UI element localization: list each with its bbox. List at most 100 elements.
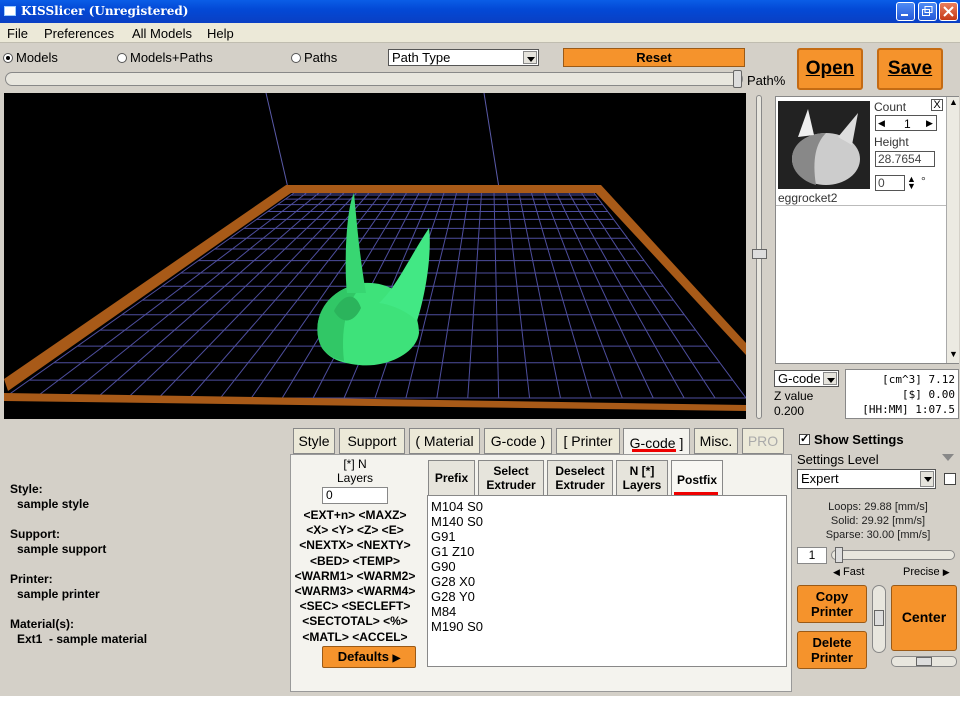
scroll-down-icon[interactable]: ▼ — [949, 349, 958, 359]
settings-level-value: Expert — [801, 471, 839, 486]
gcode-line: G28 Y0 — [431, 589, 475, 604]
stats-mode-select[interactable]: G-code — [774, 370, 839, 387]
settings-level-select[interactable]: Expert — [797, 469, 936, 489]
menu-preferences[interactable]: Preferences — [44, 26, 114, 41]
arrow-left-icon[interactable]: ◀ — [878, 118, 885, 129]
count-stepper[interactable]: ◀ 1 ▶ — [875, 115, 937, 131]
tab-highlight-underline — [632, 449, 676, 452]
speed-slider[interactable] — [831, 550, 955, 560]
subtab-prefix[interactable]: Prefix — [428, 460, 475, 496]
count-label: Count — [874, 100, 907, 114]
model-list-panel: eggrocket2 Count X ◀ 1 ▶ Height 28.7654 … — [775, 96, 959, 364]
model-name: eggrocket2 — [778, 191, 838, 205]
scroll-up-icon[interactable]: ▲ — [949, 97, 958, 107]
center-button[interactable]: Center — [891, 585, 957, 651]
model-thumbnail-render — [792, 109, 860, 185]
vertical-mini-slider-thumb[interactable] — [874, 610, 884, 626]
print-stats-box: [cm^3] 7.12 [$] 0.00 [HH:MM] 1:07.5 — [845, 369, 959, 419]
vertical-mini-slider[interactable] — [872, 585, 886, 653]
show-settings-checkbox[interactable]: Show Settings — [799, 432, 904, 447]
menu-file[interactable]: File — [7, 26, 28, 41]
speed-value[interactable]: 1 — [797, 547, 827, 564]
tab-material-gcode[interactable]: G-code ) — [484, 428, 552, 454]
remove-model-button[interactable]: X — [931, 99, 943, 111]
tab-pro[interactable]: PRO — [742, 428, 784, 454]
show-settings-label: Show Settings — [814, 432, 904, 447]
loops-speed: Loops: 29.88 [mm/s] — [828, 501, 928, 513]
n-layers-input[interactable]: 0 — [322, 487, 388, 504]
chevron-down-icon — [523, 51, 537, 64]
play-icon: ▶ — [392, 653, 401, 664]
summary-material-value: Ext1 - sample material — [17, 632, 148, 646]
path-percent-thumb[interactable] — [733, 70, 742, 88]
reset-button[interactable]: Reset — [563, 48, 745, 67]
speed-slider-thumb[interactable] — [835, 547, 843, 563]
subtab-select-extruder[interactable]: Select Extruder — [478, 460, 544, 496]
radio-paths[interactable]: Paths — [291, 50, 337, 65]
radio-models[interactable]: Models — [3, 50, 58, 65]
restore-icon — [922, 6, 933, 16]
gcode-line: M104 S0 — [431, 499, 484, 514]
radio-paths-label: Paths — [304, 50, 338, 65]
height-label: Height — [874, 135, 909, 149]
subtab-deselect-extruder[interactable]: Deselect Extruder — [547, 460, 613, 496]
layer-slider[interactable] — [751, 95, 768, 419]
path-percent-slider[interactable] — [5, 72, 743, 86]
minimize-button[interactable] — [896, 2, 915, 21]
layer-slider-thumb[interactable] — [752, 249, 767, 259]
summary-support-label: Support: — [10, 527, 60, 541]
collapse-icon[interactable] — [942, 454, 954, 461]
gcode-line: G90 — [431, 559, 456, 574]
path-type-select[interactable]: Path Type — [388, 49, 539, 66]
menu-all-models[interactable]: All Models — [132, 26, 192, 41]
copy-printer-button[interactable]: Copy Printer — [797, 585, 867, 623]
settings-level-label: Settings Level — [797, 452, 879, 467]
save-button[interactable]: Save — [877, 48, 943, 90]
delete-printer-button[interactable]: Delete Printer — [797, 631, 867, 669]
subtab-n-layers[interactable]: N [*] Layers — [616, 460, 668, 496]
rotation-spinner-icon[interactable]: ▲ ▼ — [907, 175, 916, 191]
tab-misc[interactable]: Misc. — [694, 428, 738, 454]
radio-dot — [291, 52, 301, 63]
horizontal-mini-slider-thumb[interactable] — [916, 657, 932, 666]
n-layers-label: [*] N Layers — [336, 457, 374, 485]
z-value-label: Z value — [774, 389, 814, 403]
3d-viewport[interactable] — [4, 93, 746, 419]
close-window-button[interactable] — [939, 2, 958, 21]
token-line: <WARM1> <WARM2> — [294, 568, 416, 583]
tab-material[interactable]: ( Material — [409, 428, 480, 454]
summary-printer-value: sample printer — [17, 587, 100, 601]
summary-style-label: Style: — [10, 482, 43, 496]
arrow-right-icon[interactable]: ▶ — [926, 118, 933, 129]
maximize-button[interactable] — [918, 2, 937, 21]
token-line: <X> <Y> <Z> <E> — [306, 523, 404, 538]
tab-style[interactable]: Style — [293, 428, 335, 454]
radio-dot — [3, 52, 13, 63]
precise-label: Precise ▶ — [903, 566, 950, 578]
horizontal-mini-slider[interactable] — [891, 656, 957, 667]
rotation-input[interactable]: 0 — [875, 175, 905, 191]
title-bar: KISSlicer (Unregistered) — [0, 0, 960, 23]
rotation-unit: ° — [921, 174, 926, 188]
bottom-strip — [0, 694, 960, 720]
token-line: <SEC> <SECLEFT> — [299, 599, 411, 614]
model-list-scrollbar[interactable]: ▲ ▼ — [946, 97, 959, 363]
precise-text: Precise — [903, 566, 940, 578]
tab-support[interactable]: Support — [339, 428, 405, 454]
radio-models-paths[interactable]: Models+Paths — [117, 50, 213, 65]
settings-level-checkbox[interactable] — [944, 473, 956, 485]
open-button[interactable]: Open — [797, 48, 863, 90]
app-icon — [4, 6, 16, 16]
token-line: <EXT+n> <MAXZ> — [303, 508, 407, 522]
menu-help[interactable]: Help — [207, 26, 234, 41]
height-input[interactable]: 28.7654 — [875, 151, 935, 167]
model-thumbnail[interactable] — [778, 101, 870, 189]
tab-printer[interactable]: [ Printer — [556, 428, 620, 454]
radio-models-paths-label: Models+Paths — [130, 50, 213, 65]
defaults-button[interactable]: Defaults ▶ — [322, 646, 416, 668]
close-icon — [943, 6, 954, 17]
chevron-down-icon — [823, 372, 837, 385]
speed-summary: Loops: 29.88 [mm/s] Solid: 29.92 [mm/s] … — [797, 500, 959, 542]
stats-mode-value: G-code — [778, 371, 821, 386]
gcode-editor[interactable]: M104 S0 M140 S0 G91 G1 Z10 G90 G28 X0 G2… — [427, 495, 787, 667]
